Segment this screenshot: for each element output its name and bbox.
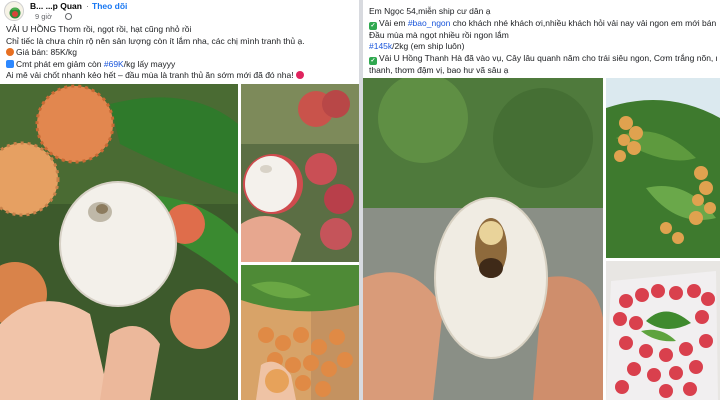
money-icon	[6, 48, 14, 57]
post-line: Cmt phát em giảm còn #69K/kg lấy mayyy	[6, 59, 356, 71]
left-post: B... ...p Quan · Theo dõi 9 giờ VẢI U HỒ…	[0, 0, 359, 400]
post-line: thanh, thơm đậm vị, bao hư vã sâu ạ	[369, 64, 509, 75]
photo-lychee-bag[interactable]	[606, 261, 720, 400]
hashtag-bao-ngon[interactable]: #bao_ngon	[408, 18, 451, 28]
photo-opened-lychee[interactable]	[241, 84, 359, 262]
photo-peeled-lychee-hand[interactable]	[0, 84, 238, 400]
avatar[interactable]	[4, 1, 24, 21]
right-post: Em Ngọc 54,miễn ship cư dân ạ ✓ Vải em #b…	[363, 0, 720, 400]
hashtag-price[interactable]: #69K	[104, 59, 124, 69]
post-timestamp[interactable]: 9 giờ	[35, 12, 52, 21]
green-check-icon: ✓	[369, 21, 377, 30]
separator-dot: ·	[86, 1, 89, 11]
post-line: Ai mê vải chốt nhanh kẻo hết – đầu mùa l…	[6, 70, 356, 82]
green-check-icon: ✓	[369, 56, 377, 65]
photo-lychee-tree[interactable]	[606, 78, 720, 258]
follow-button[interactable]: Theo dõi	[92, 1, 127, 11]
globe-icon	[65, 13, 72, 20]
post-line: Giá bán: 85K/kg	[6, 47, 356, 59]
post-line: ✓ Vải U Hồng Thanh Hà đã vào vụ, Cây lâu …	[369, 52, 717, 65]
phone-icon	[6, 59, 14, 68]
photo-lychee-seed-hand[interactable]	[363, 78, 603, 400]
post-line: ✓ Vải em #bao_ngon cho khách nhé khách ơi…	[369, 17, 717, 30]
page-name[interactable]: B... ...p Quan	[30, 1, 82, 11]
post-text: VẢI U HỒNG Thơm rồi, ngọt rồi, hạt cũng …	[6, 24, 356, 82]
post-line: Đầu mùa mà ngọt nhiều rồi ngon lắm	[369, 29, 509, 40]
post-text: Em Ngọc 54,miễn ship cư dân ạ ✓ Vải em #b…	[369, 6, 717, 76]
post-line: VẢI U HỒNG Thơm rồi, ngọt rồi, hạt cũng …	[6, 24, 192, 34]
post-line: Chỉ tiếc là chưa chín rộ nên sản lượng c…	[6, 35, 305, 46]
photo-lychee-box[interactable]	[241, 265, 359, 400]
post-line: Em Ngọc 54,miễn ship cư dân ạ	[369, 6, 491, 16]
cherry-icon	[295, 71, 304, 80]
post-header: B... ...p Quan · Theo dõi 9 giờ	[4, 1, 354, 21]
hashtag-price[interactable]: #145k	[369, 41, 392, 51]
post-line: #145k/2kg (em ship luôn)	[369, 41, 465, 52]
